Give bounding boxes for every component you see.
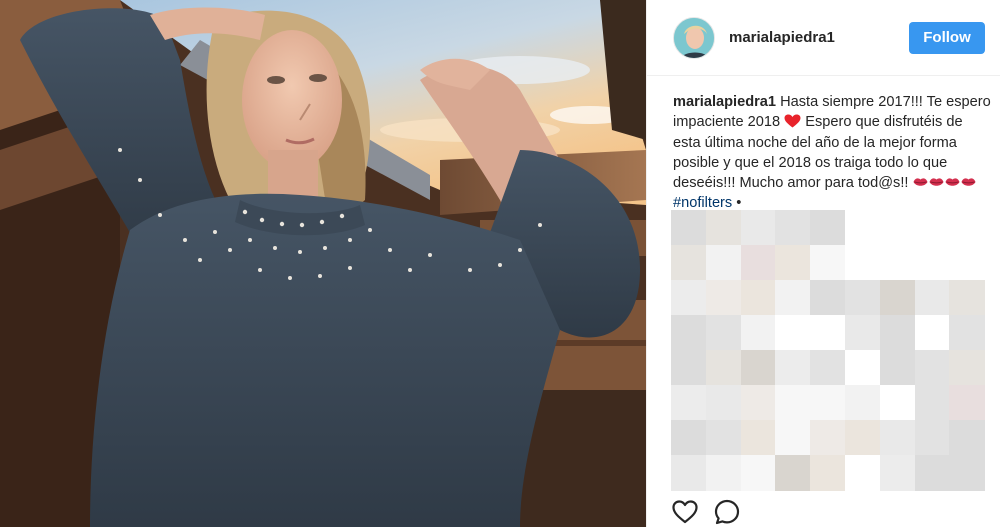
- blur-tile: [949, 350, 985, 386]
- blur-tile: [810, 210, 846, 246]
- blur-tile: [949, 420, 985, 456]
- blur-tile: [705, 315, 742, 351]
- blur-tile: [705, 350, 742, 386]
- blur-tile: [740, 385, 776, 421]
- blur-tile: [671, 420, 707, 456]
- blur-tile: [810, 315, 846, 351]
- blur-tile: [740, 350, 776, 386]
- blur-tile: [740, 210, 776, 246]
- blur-tile: [705, 455, 742, 491]
- kiss-emojis: [913, 175, 977, 191]
- blur-tile: [775, 455, 811, 491]
- kiss-mark-emoji-icon: [961, 178, 976, 186]
- blur-tile: [705, 385, 742, 421]
- blur-tile: [671, 385, 707, 421]
- blur-tile: [949, 280, 985, 316]
- blur-tile: [879, 385, 916, 421]
- blur-tile: [705, 280, 742, 316]
- profile-avatar[interactable]: [673, 16, 715, 59]
- kiss-mark-emoji-icon: [945, 178, 960, 186]
- post-sidebar: marialapiedra1 Follow marialapiedra1 Has…: [646, 0, 1000, 527]
- blur-tile: [775, 315, 811, 351]
- blur-tile: [845, 280, 881, 316]
- blur-tile: [914, 350, 950, 386]
- blur-tile: [914, 420, 950, 456]
- blur-tile: [740, 245, 776, 281]
- blur-tile: [810, 245, 846, 281]
- blur-tile: [845, 385, 881, 421]
- heart-outline-icon[interactable]: [671, 498, 699, 526]
- blur-tile: [879, 420, 916, 456]
- blur-tile: [740, 315, 776, 351]
- blur-tile: [705, 420, 742, 456]
- blur-tile: [775, 280, 811, 316]
- blur-tile: [845, 315, 881, 351]
- kiss-mark-emoji-icon: [913, 178, 928, 186]
- blur-tile: [879, 280, 916, 316]
- post-photo[interactable]: [0, 0, 646, 527]
- blur-tile: [775, 245, 811, 281]
- blur-tile: [949, 385, 985, 421]
- blur-tile: [879, 350, 916, 386]
- blur-tile: [671, 315, 707, 351]
- blur-tile: [671, 245, 707, 281]
- kiss-mark-emoji-icon: [929, 178, 944, 186]
- blur-tile: [949, 455, 985, 491]
- blur-tile: [775, 210, 811, 246]
- blur-tile: [845, 420, 881, 456]
- blur-tile: [914, 385, 950, 421]
- blur-tile: [914, 315, 950, 351]
- blur-tile: [705, 210, 742, 246]
- blur-tile: [845, 350, 881, 386]
- blur-tile: [775, 350, 811, 386]
- blur-tile: [949, 315, 985, 351]
- blur-tile: [740, 420, 776, 456]
- blur-tile: [775, 385, 811, 421]
- caption-username[interactable]: marialapiedra1: [673, 94, 776, 110]
- blur-tile: [879, 455, 916, 491]
- blur-tile: [671, 280, 707, 316]
- blur-tile: [810, 385, 846, 421]
- blur-tile: [810, 350, 846, 386]
- post-header: marialapiedra1 Follow: [647, 0, 1000, 76]
- post-actions: [671, 497, 755, 527]
- red-heart-emoji-icon: [784, 114, 801, 128]
- blur-tile: [810, 280, 846, 316]
- blur-tile: [671, 210, 707, 246]
- blur-tile: [879, 315, 916, 351]
- blur-tile: [914, 280, 950, 316]
- blur-tile: [775, 420, 811, 456]
- blur-tile: [810, 455, 846, 491]
- blur-tile: [845, 455, 881, 491]
- photo-image: [0, 0, 646, 527]
- blur-tile: [810, 420, 846, 456]
- blur-tile: [914, 455, 950, 491]
- blur-tile: [671, 455, 707, 491]
- username[interactable]: marialapiedra1: [729, 29, 909, 46]
- blur-tile: [705, 245, 742, 281]
- blur-tile: [740, 455, 776, 491]
- blur-tile: [671, 350, 707, 386]
- follow-button[interactable]: Follow: [909, 21, 985, 54]
- blurred-comments-area: [671, 210, 985, 491]
- blur-tile: [740, 280, 776, 316]
- avatar-image: [674, 17, 714, 58]
- comment-bubble-icon[interactable]: [713, 498, 741, 526]
- post-caption: marialapiedra1 Hasta siempre 2017!!! Te …: [673, 92, 991, 214]
